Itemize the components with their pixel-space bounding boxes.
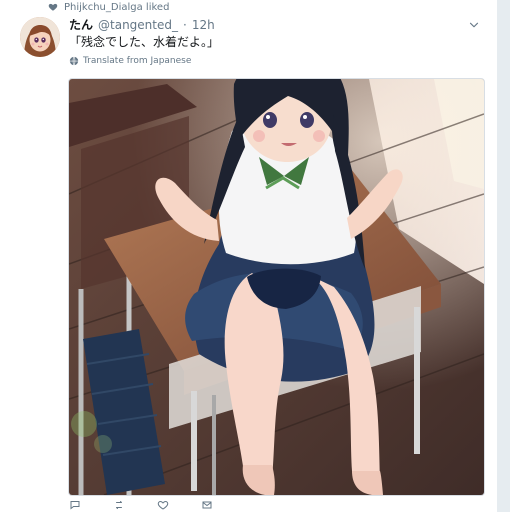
social-context-label: Phijkchu_Dialga liked xyxy=(64,1,170,13)
like-icon xyxy=(157,499,169,512)
globe-icon xyxy=(69,56,79,66)
tweet-image[interactable] xyxy=(68,78,485,496)
like-button[interactable] xyxy=(157,500,175,512)
heart-icon xyxy=(48,2,58,12)
direct-message-button[interactable] xyxy=(201,500,219,512)
avatar[interactable] xyxy=(20,17,60,57)
reply-button[interactable] xyxy=(69,500,87,512)
chevron-down-icon[interactable] xyxy=(467,17,481,31)
author-handle[interactable]: @tangented_ xyxy=(98,18,178,32)
tweet-card[interactable]: Phijkchu_Dialga liked たん @tangented_ · 1… xyxy=(0,0,498,512)
translate-label[interactable]: Translate from Japanese xyxy=(83,56,191,66)
tweet-header: たん @tangented_ · 12h xyxy=(69,16,215,33)
retweet-button[interactable] xyxy=(113,500,131,512)
translate-link[interactable]: Translate from Japanese xyxy=(69,56,191,66)
social-context: Phijkchu_Dialga liked xyxy=(48,0,169,14)
timestamp[interactable]: 12h xyxy=(192,18,215,32)
tweet-text: 「残念でした、水着だよ。」 xyxy=(69,35,220,49)
tweet-actions xyxy=(69,500,219,512)
anime-illustration-image xyxy=(69,79,484,495)
envelope-icon xyxy=(201,499,213,512)
retweet-icon xyxy=(113,499,125,512)
timestamp-separator: · xyxy=(183,18,187,32)
author-name[interactable]: たん xyxy=(69,16,93,33)
reply-icon xyxy=(69,499,81,512)
